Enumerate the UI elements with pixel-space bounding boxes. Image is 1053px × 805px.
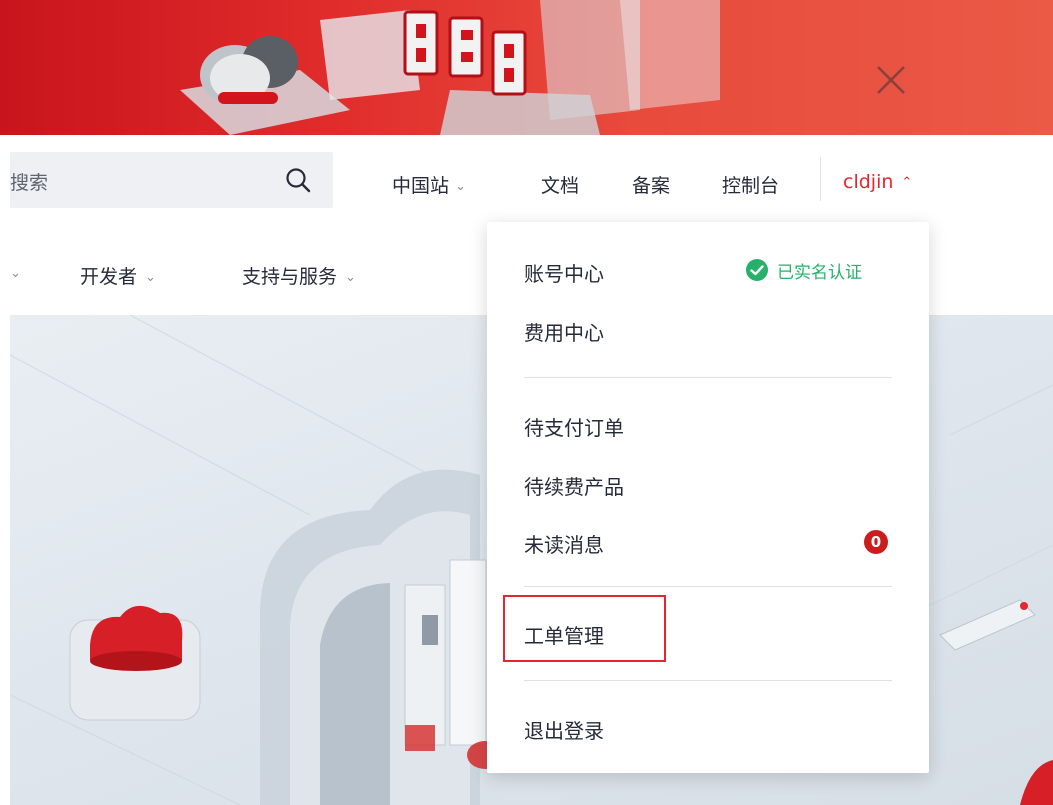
close-icon[interactable] xyxy=(866,55,916,105)
menu-item-ticket-management[interactable]: 工单管理 xyxy=(524,620,604,649)
top-utility-bar: 搜索 中国站 ⌄ 文档 备案 控制台 cldjin ⌃ xyxy=(0,135,1053,225)
filing-link[interactable]: 备案 xyxy=(632,171,670,198)
region-label: 中国站 xyxy=(392,175,450,197)
console-link[interactable]: 控制台 xyxy=(722,171,779,198)
menu-item-billing-center[interactable]: 费用中心 xyxy=(524,317,604,346)
verified-status: 已实名认证 xyxy=(745,257,862,283)
check-circle-icon xyxy=(746,259,768,281)
menu-item-unread-messages[interactable]: 未读消息 xyxy=(524,529,604,558)
chevron-down-icon: ⌄ xyxy=(10,266,21,281)
chevron-down-icon: ⌄ xyxy=(145,270,156,285)
nav-item-support[interactable]: 支持与服务 ⌄ xyxy=(242,262,356,289)
nav-item-label: 开发者 xyxy=(80,266,138,288)
nav-item-label: 支持与服务 xyxy=(242,266,338,288)
menu-divider xyxy=(524,680,892,681)
verified-label: 已实名认证 xyxy=(777,262,862,283)
user-menu-toggle[interactable]: cldjin ⌃ xyxy=(843,171,912,193)
chevron-up-icon: ⌃ xyxy=(901,175,913,190)
menu-divider xyxy=(524,377,892,378)
filing-label: 备案 xyxy=(632,175,671,197)
username: cldjin xyxy=(843,171,894,193)
menu-item-pending-renewals[interactable]: 待续费产品 xyxy=(524,471,624,500)
menu-divider xyxy=(524,586,892,587)
docs-label: 文档 xyxy=(541,175,580,197)
nav-divider xyxy=(820,157,821,201)
promo-banner[interactable] xyxy=(0,0,1053,135)
search-input[interactable]: 搜索 xyxy=(10,152,333,208)
menu-item-logout[interactable]: 退出登录 xyxy=(524,715,604,744)
user-dropdown-menu: 账号中心 已实名认证 费用中心 待支付订单 待续费产品 未读消息 0 工单管理 … xyxy=(487,222,929,773)
nav-item-developer[interactable]: 开发者 ⌄ xyxy=(80,262,156,289)
search-icon[interactable] xyxy=(284,166,312,194)
search-placeholder: 搜索 xyxy=(10,172,49,194)
menu-item-account-center[interactable]: 账号中心 xyxy=(524,258,604,287)
region-selector[interactable]: 中国站 ⌄ xyxy=(392,171,466,198)
menu-item-pending-orders[interactable]: 待支付订单 xyxy=(524,412,624,441)
nav-caret-truncated[interactable]: ⌄ xyxy=(10,262,21,284)
console-label: 控制台 xyxy=(722,175,780,197)
docs-link[interactable]: 文档 xyxy=(541,171,579,198)
unread-count-badge: 0 xyxy=(864,530,888,554)
banner-illustration xyxy=(180,0,720,135)
chevron-down-icon: ⌄ xyxy=(455,179,466,194)
chevron-down-icon: ⌄ xyxy=(345,270,356,285)
